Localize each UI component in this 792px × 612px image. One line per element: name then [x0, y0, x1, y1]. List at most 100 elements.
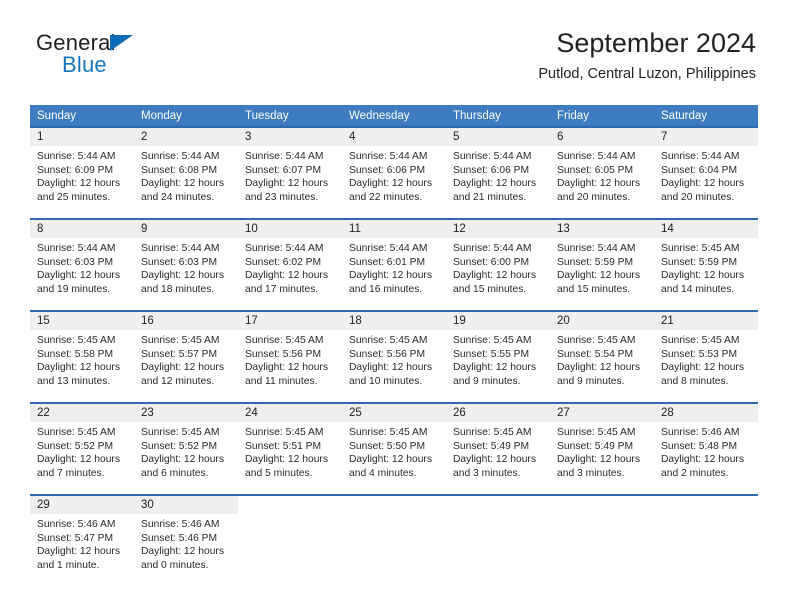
title-block: September 2024 Putlod, Central Luzon, Ph…	[538, 28, 756, 83]
daylight-text-line2: and 18 minutes.	[141, 283, 215, 295]
calendar-page: General Blue September 2024 Putlod, Cent…	[0, 0, 792, 612]
day-cell[interactable]: 6 Sunrise: 5:44 AM Sunset: 6:05 PM Daylight…	[550, 126, 654, 206]
day-cell[interactable]: 12 Sunrise: 5:44 AM Sunset: 6:00 PM Dayligh…	[446, 218, 550, 298]
day-cell[interactable]: 17 Sunrise: 5:45 AM Sunset: 5:56 PM Dayligh…	[238, 310, 342, 390]
day-details	[550, 514, 654, 518]
daylight-text-line1: Daylight: 12 hours	[349, 270, 432, 282]
day-cell[interactable]: 4 Sunrise: 5:44 AM Sunset: 6:06 PM Daylight…	[342, 126, 446, 206]
day-cell[interactable]: 25 Sunrise: 5:45 AM Sunset: 5:50 PM Dayligh…	[342, 402, 446, 482]
day-cell[interactable]: 26 Sunrise: 5:45 AM Sunset: 5:49 PM Dayligh…	[446, 402, 550, 482]
day-details	[446, 514, 550, 518]
day-number: 9	[134, 220, 238, 238]
sunset-text: Sunset: 5:46 PM	[141, 532, 218, 544]
sunrise-text: Sunrise: 5:45 AM	[349, 427, 428, 438]
day-cell[interactable]: 5 Sunrise: 5:44 AM Sunset: 6:06 PM Daylight…	[446, 126, 550, 206]
sunset-text: Sunset: 5:55 PM	[453, 348, 530, 360]
day-details	[342, 514, 446, 518]
week-row: 22 Sunrise: 5:45 AM Sunset: 5:52 PM Dayligh…	[30, 402, 758, 482]
sunrise-text: Sunrise: 5:44 AM	[557, 243, 636, 254]
day-cell[interactable]: 15 Sunrise: 5:45 AM Sunset: 5:58 PM Dayligh…	[30, 310, 134, 390]
day-number	[342, 496, 446, 514]
day-cell[interactable]: 23 Sunrise: 5:45 AM Sunset: 5:52 PM Dayligh…	[134, 402, 238, 482]
day-details: Sunrise: 5:45 AM Sunset: 5:51 PM Daylight:…	[238, 422, 342, 480]
daylight-text-line2: and 23 minutes.	[245, 191, 319, 203]
day-cell[interactable]: 7 Sunrise: 5:44 AM Sunset: 6:04 PM Daylight…	[654, 126, 758, 206]
daylight-text-line2: and 16 minutes.	[349, 283, 423, 295]
day-number: 28	[654, 404, 758, 422]
day-cell[interactable]: 21 Sunrise: 5:45 AM Sunset: 5:53 PM Dayligh…	[654, 310, 758, 390]
day-cell[interactable]: 1 Sunrise: 5:44 AM Sunset: 6:09 PM Daylight…	[30, 126, 134, 206]
daylight-text-line2: and 5 minutes.	[245, 467, 313, 479]
daylight-text-line2: and 14 minutes.	[661, 283, 735, 295]
page-header: General Blue September 2024 Putlod, Cent…	[0, 0, 792, 100]
day-details: Sunrise: 5:44 AM Sunset: 6:09 PM Daylight:…	[30, 146, 134, 204]
sunrise-text: Sunrise: 5:45 AM	[245, 335, 324, 346]
daylight-text-line1: Daylight: 12 hours	[557, 454, 640, 466]
day-cell[interactable]: 3 Sunrise: 5:44 AM Sunset: 6:07 PM Daylight…	[238, 126, 342, 206]
sunrise-text: Sunrise: 5:46 AM	[37, 519, 116, 530]
day-cell[interactable]: 9 Sunrise: 5:44 AM Sunset: 6:03 PM Daylight…	[134, 218, 238, 298]
day-cell[interactable]: 13 Sunrise: 5:44 AM Sunset: 5:59 PM Dayligh…	[550, 218, 654, 298]
weekday-header-saturday: Saturday	[654, 105, 758, 127]
page-title: September 2024	[556, 28, 756, 58]
day-cell[interactable]: 22 Sunrise: 5:45 AM Sunset: 5:52 PM Dayligh…	[30, 402, 134, 482]
day-details: Sunrise: 5:44 AM Sunset: 6:03 PM Daylight:…	[134, 238, 238, 296]
day-number: 26	[446, 404, 550, 422]
day-cell[interactable]: 29 Sunrise: 5:46 AM Sunset: 5:47 PM Dayligh…	[30, 494, 134, 574]
day-cell[interactable]: 28 Sunrise: 5:46 AM Sunset: 5:48 PM Dayligh…	[654, 402, 758, 482]
day-cell[interactable]: 14 Sunrise: 5:45 AM Sunset: 5:59 PM Dayligh…	[654, 218, 758, 298]
day-details: Sunrise: 5:44 AM Sunset: 6:04 PM Daylight:…	[654, 146, 758, 204]
sunset-text: Sunset: 5:49 PM	[453, 440, 530, 452]
day-details: Sunrise: 5:45 AM Sunset: 5:58 PM Daylight:…	[30, 330, 134, 388]
daylight-text-line1: Daylight: 12 hours	[453, 270, 536, 282]
sunrise-text: Sunrise: 5:44 AM	[349, 151, 428, 162]
sunset-text: Sunset: 5:59 PM	[661, 256, 738, 268]
general-blue-logo[interactable]: General Blue	[36, 32, 236, 84]
sunrise-text: Sunrise: 5:44 AM	[141, 151, 220, 162]
sunset-text: Sunset: 6:02 PM	[245, 256, 322, 268]
daylight-text-line1: Daylight: 12 hours	[37, 270, 120, 282]
day-cell[interactable]: 20 Sunrise: 5:45 AM Sunset: 5:54 PM Dayligh…	[550, 310, 654, 390]
sunrise-text: Sunrise: 5:45 AM	[37, 427, 116, 438]
weekday-header-tuesday: Tuesday	[238, 105, 342, 127]
day-details: Sunrise: 5:46 AM Sunset: 5:47 PM Daylight:…	[30, 514, 134, 572]
day-number	[550, 496, 654, 514]
calendar-body: 1 Sunrise: 5:44 AM Sunset: 6:09 PM Daylight…	[30, 126, 758, 574]
sunset-text: Sunset: 6:08 PM	[141, 164, 218, 176]
day-cell[interactable]: 27 Sunrise: 5:45 AM Sunset: 5:49 PM Dayligh…	[550, 402, 654, 482]
day-cell[interactable]: 11 Sunrise: 5:44 AM Sunset: 6:01 PM Dayligh…	[342, 218, 446, 298]
sunset-text: Sunset: 6:06 PM	[453, 164, 530, 176]
sunset-text: Sunset: 5:51 PM	[245, 440, 322, 452]
calendar-header-row: Sunday Monday Tuesday Wednesday Thursday…	[30, 105, 758, 127]
daylight-text-line2: and 7 minutes.	[37, 467, 105, 479]
week-row: 8 Sunrise: 5:44 AM Sunset: 6:03 PM Daylight…	[30, 218, 758, 298]
day-details: Sunrise: 5:44 AM Sunset: 5:59 PM Daylight:…	[550, 238, 654, 296]
day-cell[interactable]: 16 Sunrise: 5:45 AM Sunset: 5:57 PM Dayligh…	[134, 310, 238, 390]
day-cell[interactable]: 2 Sunrise: 5:44 AM Sunset: 6:08 PM Daylight…	[134, 126, 238, 206]
day-cell[interactable]: 8 Sunrise: 5:44 AM Sunset: 6:03 PM Daylight…	[30, 218, 134, 298]
sunrise-text: Sunrise: 5:44 AM	[453, 151, 532, 162]
day-number: 11	[342, 220, 446, 238]
daylight-text-line1: Daylight: 12 hours	[453, 362, 536, 374]
daylight-text-line1: Daylight: 12 hours	[245, 362, 328, 374]
day-number: 23	[134, 404, 238, 422]
day-cell[interactable]: 18 Sunrise: 5:45 AM Sunset: 5:56 PM Dayligh…	[342, 310, 446, 390]
day-number: 16	[134, 312, 238, 330]
day-number: 13	[550, 220, 654, 238]
day-details: Sunrise: 5:45 AM Sunset: 5:52 PM Daylight:…	[30, 422, 134, 480]
day-cell[interactable]: 19 Sunrise: 5:45 AM Sunset: 5:55 PM Dayligh…	[446, 310, 550, 390]
sunset-text: Sunset: 6:00 PM	[453, 256, 530, 268]
day-details	[238, 514, 342, 518]
logo-text-blue: Blue	[62, 52, 107, 77]
day-details: Sunrise: 5:44 AM Sunset: 6:06 PM Daylight:…	[342, 146, 446, 204]
day-cell[interactable]: 24 Sunrise: 5:45 AM Sunset: 5:51 PM Dayligh…	[238, 402, 342, 482]
day-cell[interactable]: 30 Sunrise: 5:46 AM Sunset: 5:46 PM Dayligh…	[134, 494, 238, 574]
week-row: 15 Sunrise: 5:45 AM Sunset: 5:58 PM Dayligh…	[30, 310, 758, 390]
daylight-text-line2: and 22 minutes.	[349, 191, 423, 203]
daylight-text-line1: Daylight: 12 hours	[141, 454, 224, 466]
sunrise-text: Sunrise: 5:45 AM	[349, 335, 428, 346]
daylight-text-line2: and 3 minutes.	[557, 467, 625, 479]
daylight-text-line2: and 10 minutes.	[349, 375, 423, 387]
day-cell[interactable]: 10 Sunrise: 5:44 AM Sunset: 6:02 PM Dayligh…	[238, 218, 342, 298]
sunset-text: Sunset: 6:09 PM	[37, 164, 114, 176]
